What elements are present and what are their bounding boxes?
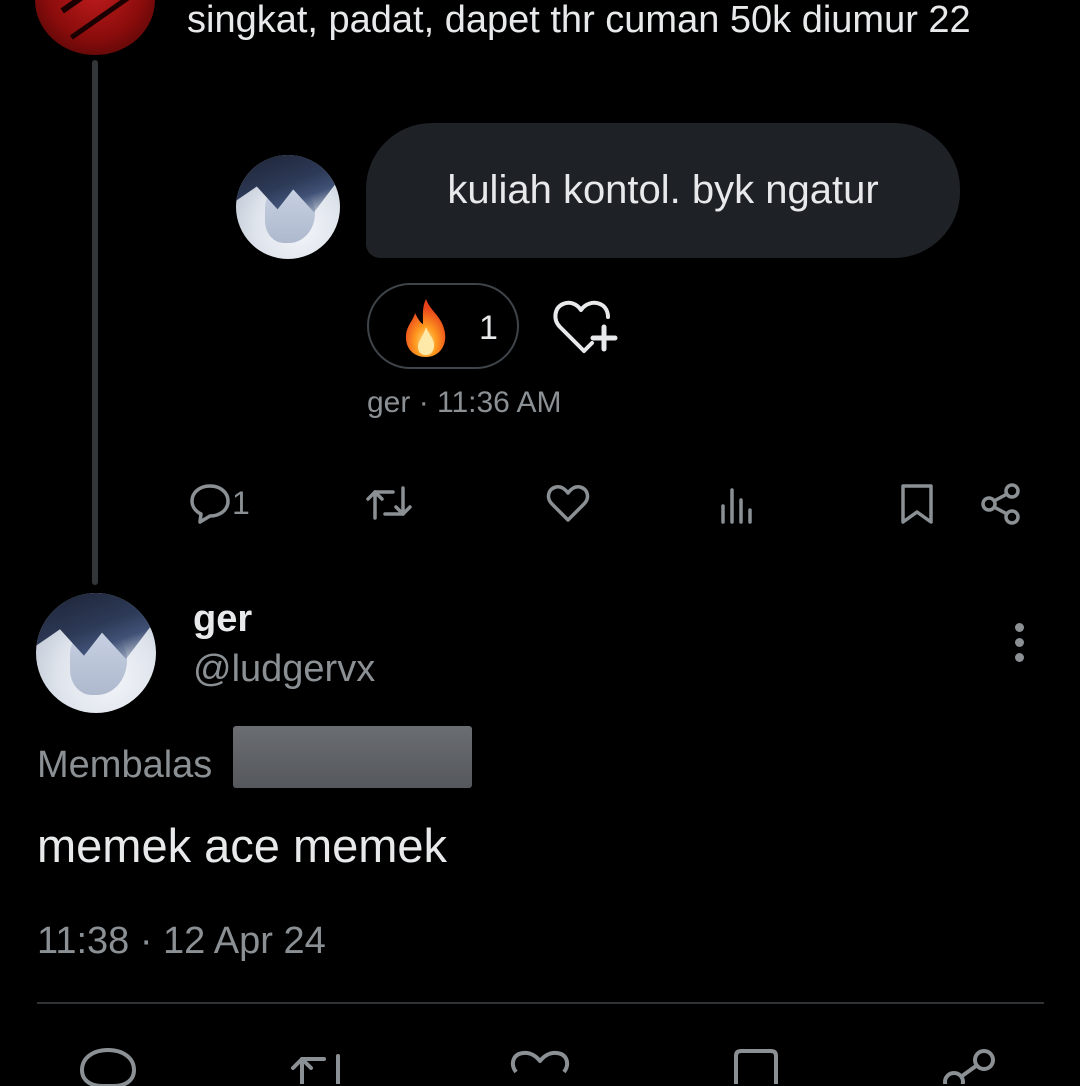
like-icon[interactable] bbox=[546, 484, 590, 524]
reply-icon bbox=[190, 484, 230, 524]
parent-avatar[interactable] bbox=[35, 0, 155, 55]
reaction-pill[interactable]: 1 bbox=[367, 283, 519, 369]
bookmark-icon[interactable] bbox=[732, 1048, 780, 1084]
share-icon[interactable] bbox=[940, 1046, 1000, 1084]
message-bubble: kuliah kontol. byk ngatur bbox=[366, 123, 960, 258]
user-avatar[interactable] bbox=[36, 593, 156, 713]
thread-line bbox=[92, 60, 98, 585]
tweet-text: memek ace memek bbox=[37, 819, 448, 872]
user-handle[interactable]: @ludgervx bbox=[193, 648, 375, 691]
reaction-count: 1 bbox=[479, 309, 498, 347]
message-meta: ger · 11:36 AM bbox=[367, 386, 562, 419]
retweet-icon[interactable] bbox=[365, 482, 413, 524]
message-avatar bbox=[236, 155, 340, 259]
message-text: kuliah kontol. byk ngatur bbox=[447, 168, 879, 212]
redacted-username bbox=[233, 726, 472, 788]
add-reaction-icon[interactable] bbox=[550, 295, 624, 359]
bookmark-icon[interactable] bbox=[898, 482, 936, 526]
replying-to-label: Membalas bbox=[37, 744, 213, 786]
display-name[interactable]: ger bbox=[193, 598, 252, 641]
divider bbox=[37, 1002, 1044, 1004]
reply-icon[interactable] bbox=[78, 1046, 138, 1086]
more-options-icon[interactable] bbox=[1000, 618, 1040, 668]
fire-icon bbox=[405, 299, 446, 357]
share-icon[interactable] bbox=[978, 482, 1024, 526]
like-icon[interactable] bbox=[510, 1050, 570, 1084]
retweet-icon[interactable] bbox=[288, 1050, 352, 1084]
parent-tweet-text: singkat, padat, dapet thr cuman 50k dium… bbox=[187, 0, 971, 41]
tweet-timestamp[interactable]: 11:38 · 12 Apr 24 bbox=[37, 920, 326, 963]
reply-count: 1 bbox=[232, 485, 250, 521]
views-icon[interactable] bbox=[718, 484, 758, 524]
